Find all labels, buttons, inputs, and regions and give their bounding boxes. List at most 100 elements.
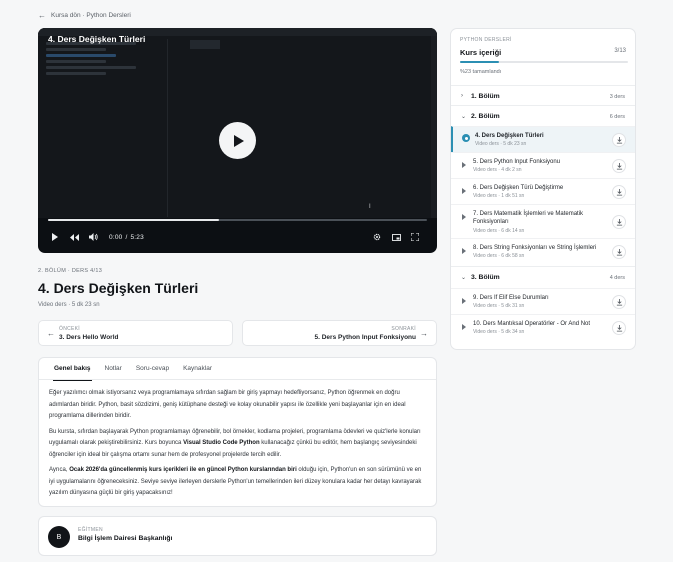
lesson-meta: Video ders · 5 dk 23 sn xyxy=(38,302,100,308)
lesson-item-title: 4. Ders Değişken Türleri xyxy=(475,133,544,139)
tab-questions[interactable]: Soru-cevap xyxy=(129,358,176,380)
overview-text: Eğer yazılımcı olmak istiyorsanız veya p… xyxy=(39,380,436,500)
download-icon xyxy=(616,218,622,226)
arrow-right-icon: → xyxy=(420,329,428,338)
play-icon xyxy=(462,298,466,304)
download-button[interactable] xyxy=(612,245,626,259)
download-button[interactable] xyxy=(612,159,626,173)
lesson-item[interactable]: 5. Ders Python Input Fonksiyonu Video de… xyxy=(451,152,635,178)
back-link[interactable]: ← Kursa dön · Python Dersleri xyxy=(38,11,131,20)
chevron-down-icon: ⌄ xyxy=(461,114,467,120)
lesson-content-card: Genel bakış Notlar Soru-cevap Kaynaklar … xyxy=(38,357,437,507)
tab-notes[interactable]: Notlar xyxy=(98,358,129,380)
instructor-name: Bilgi İşlem Dairesi Başkanlığı xyxy=(78,535,173,542)
video-progress-fill xyxy=(48,219,219,221)
lesson-item-title: 10. Ders Mantıksal Operatörler - Or And … xyxy=(473,321,591,327)
rewind-icon xyxy=(69,233,79,241)
video-progress-bar[interactable] xyxy=(48,219,427,221)
play-icon xyxy=(462,324,466,330)
section-count: 4 ders xyxy=(609,275,625,281)
play-button[interactable] xyxy=(219,122,256,159)
download-button[interactable] xyxy=(612,215,626,229)
time-total: 5:23 xyxy=(130,233,144,241)
download-button[interactable] xyxy=(612,133,626,147)
instructor-card: B EĞİTMEN Bilgi İşlem Dairesi Başkanlığı xyxy=(38,516,437,556)
section-name: 3. Bölüm xyxy=(471,274,500,281)
lesson-item-title: 6. Ders Değişken Türü Değiştirme xyxy=(473,185,564,191)
previous-lesson-button[interactable]: ← ÖNCEKİ 3. Ders Hello World xyxy=(38,320,233,346)
lesson-item-active[interactable]: 4. Ders Değişken Türleri Video ders · 5 … xyxy=(451,126,635,152)
volume-icon xyxy=(88,233,98,241)
picture-in-picture-icon xyxy=(391,233,401,241)
play-icon xyxy=(462,214,466,220)
lesson-item-title: 8. Ders String Fonksiyonları ve String İ… xyxy=(473,245,597,251)
lesson-breadcrumb: 2. BÖLÜM · DERS 4/13 xyxy=(38,268,103,274)
course-progress-text: %23 tamamlandı xyxy=(460,69,502,75)
section-name: 2. Bölüm xyxy=(471,113,500,120)
download-button[interactable] xyxy=(612,321,626,335)
back-link-label: Kursa dön · Python Dersleri xyxy=(51,12,131,19)
section-count: 6 ders xyxy=(609,114,625,120)
sidebar-title: Kurs içeriği xyxy=(460,48,502,57)
content-tabs: Genel bakış Notlar Soru-cevap Kaynaklar xyxy=(39,358,436,381)
arrow-left-icon: ← xyxy=(38,11,46,20)
play-icon xyxy=(462,162,466,168)
play-icon xyxy=(462,188,466,194)
rewind-button[interactable] xyxy=(67,230,81,244)
download-button[interactable] xyxy=(612,295,626,309)
next-label: SONRAKİ xyxy=(391,326,416,332)
cursor-icon: I xyxy=(369,204,371,210)
lesson-item-meta: Video ders · 5 dk 23 sn xyxy=(475,141,527,147)
lesson-item-title: 9. Ders If Elif Else Durumları xyxy=(473,295,549,301)
previous-lesson-title: 3. Ders Hello World xyxy=(59,334,119,341)
overview-paragraph: Eğer yazılımcı olmak istiyorsanız veya p… xyxy=(49,390,406,419)
next-lesson-button[interactable]: → SONRAKİ 5. Ders Python Input Fonksiyon… xyxy=(242,320,437,346)
course-name: PYTHON DERSLERİ xyxy=(460,37,512,43)
video-player[interactable]: 4. Ders Değişken Türleri I 0:00 / 5:23 xyxy=(38,28,437,253)
settings-button[interactable] xyxy=(370,230,384,244)
tab-overview[interactable]: Genel bakış xyxy=(47,358,98,381)
section-3[interactable]: ⌄ 3. Bölüm 4 ders xyxy=(451,266,635,288)
next-lesson-title: 5. Ders Python Input Fonksiyonu xyxy=(314,334,416,341)
tab-resources[interactable]: Kaynaklar xyxy=(176,358,219,380)
section-name: 1. Bölüm xyxy=(471,93,500,100)
section-count: 3 ders xyxy=(609,94,625,100)
play-icon xyxy=(52,233,58,241)
lesson-item[interactable]: 9. Ders If Elif Else Durumları Video der… xyxy=(451,288,635,314)
download-icon xyxy=(616,136,622,144)
lesson-item-meta: Video ders · 4 dk 2 sn xyxy=(473,167,522,173)
fullscreen-button[interactable] xyxy=(408,230,422,244)
pip-button[interactable] xyxy=(389,230,403,244)
download-icon xyxy=(616,162,622,170)
download-icon xyxy=(616,188,622,196)
lesson-item-meta: Video ders · 6 dk 58 sn xyxy=(473,253,525,259)
play-icon xyxy=(462,248,466,254)
instructor-label: EĞİTMEN xyxy=(78,527,103,533)
lesson-item[interactable]: 8. Ders String Fonksiyonları ve String İ… xyxy=(451,238,635,265)
lesson-item[interactable]: 10. Ders Mantıksal Operatörler - Or And … xyxy=(451,314,635,340)
course-progress-fill xyxy=(460,61,499,63)
section-1[interactable]: › 1. Bölüm 3 ders xyxy=(451,85,635,107)
lesson-item[interactable]: 6. Ders Değişken Türü Değiştirme Video d… xyxy=(451,178,635,204)
download-button[interactable] xyxy=(612,185,626,199)
section-2[interactable]: ⌄ 2. Bölüm 6 ders xyxy=(451,105,635,127)
control-play-button[interactable] xyxy=(48,230,62,244)
video-title: 4. Ders Değişken Türleri xyxy=(48,34,146,44)
chevron-down-icon: ⌄ xyxy=(461,275,467,281)
overview-paragraph: Ayrıca, Ocak 2026'da güncellenmiş kurs i… xyxy=(49,467,422,496)
previous-label: ÖNCEKİ xyxy=(59,326,80,332)
lesson-item-meta: Video ders · 5 dk 31 sn xyxy=(473,303,525,309)
chevron-right-icon: › xyxy=(461,93,463,99)
time-current: 0:00 xyxy=(109,233,123,241)
arrow-left-icon: ← xyxy=(47,329,55,338)
lesson-item-meta: Video ders · 6 dk 14 sn xyxy=(473,228,525,234)
volume-button[interactable] xyxy=(86,230,100,244)
lesson-count: 3/13 xyxy=(614,48,626,54)
lesson-item-title: 5. Ders Python Input Fonksiyonu xyxy=(473,159,561,165)
lesson-item[interactable]: 7. Ders Matematik İşlemleri ve Matematik… xyxy=(451,204,635,238)
avatar: B xyxy=(48,526,70,548)
play-icon xyxy=(234,134,244,147)
video-controls: 0:00 / 5:23 xyxy=(48,230,427,244)
lesson-item-meta: Video ders · 1 dk 51 sn xyxy=(473,193,525,199)
gear-icon xyxy=(373,233,381,241)
